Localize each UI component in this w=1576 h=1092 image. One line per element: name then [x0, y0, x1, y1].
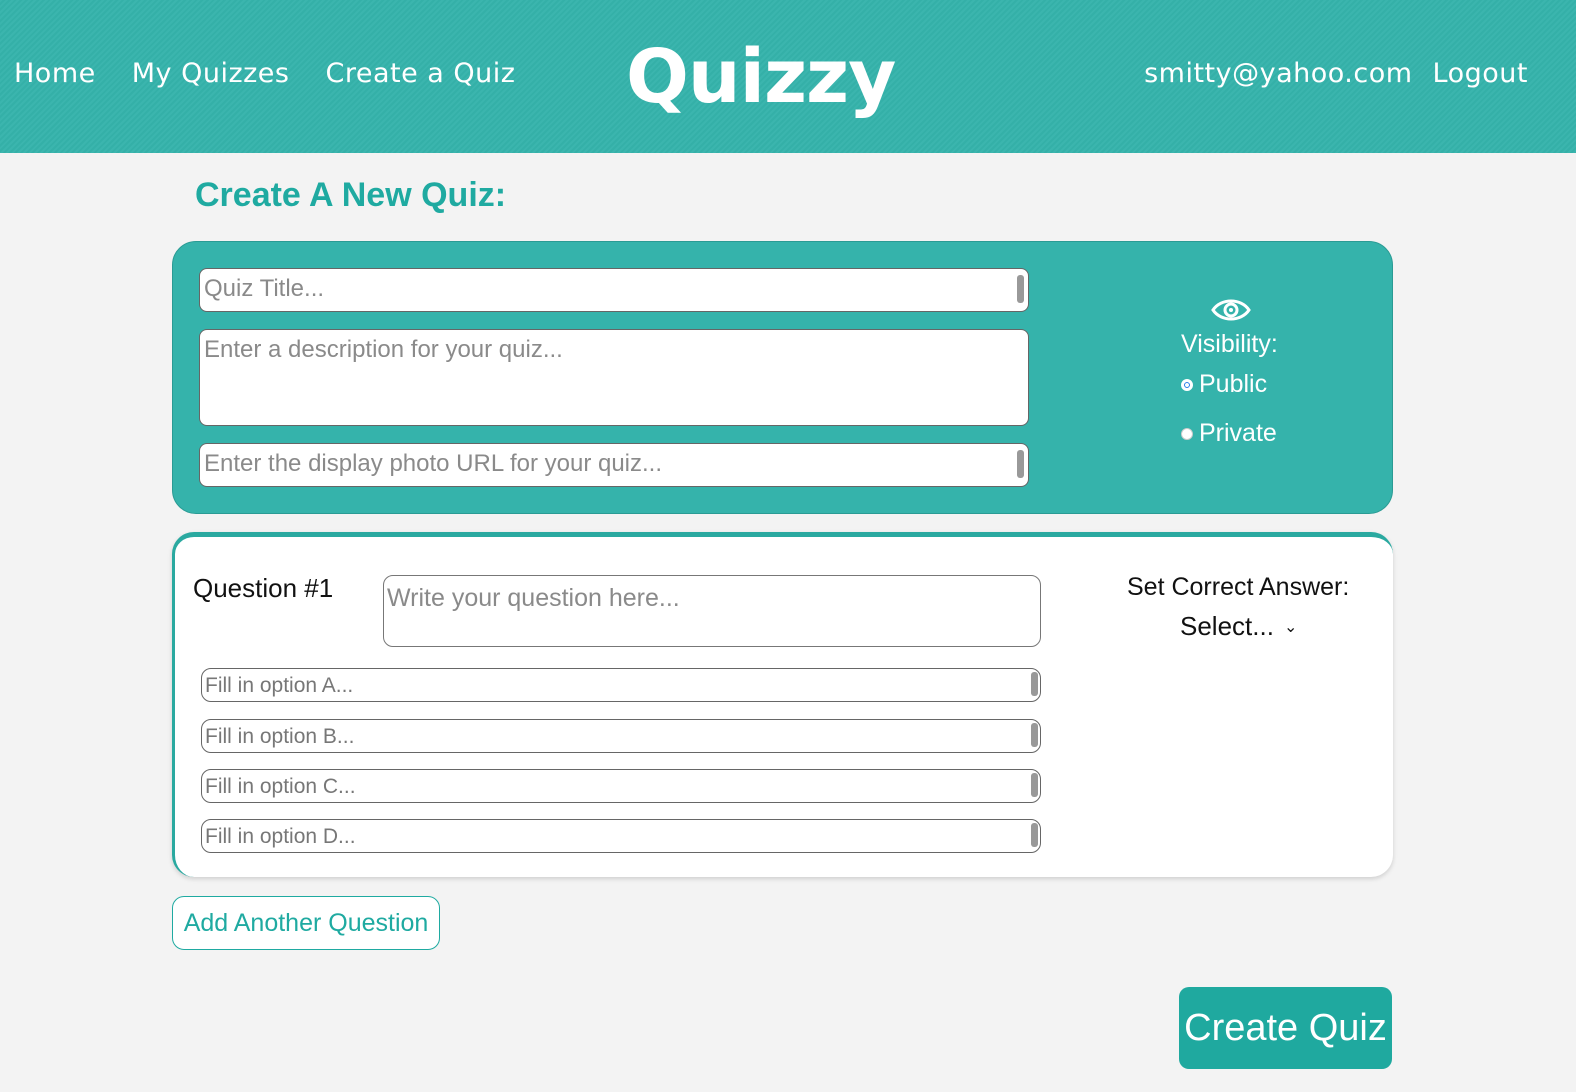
question-text-field[interactable]: Write your question here...	[383, 575, 1041, 647]
quiz-title-placeholder: Quiz Title...	[204, 275, 325, 302]
option-d-field[interactable]: Fill in option D...	[201, 819, 1041, 853]
quiz-meta-panel: Quiz Title... Enter a description for yo…	[172, 241, 1393, 514]
question-number-label: Question #1	[193, 573, 334, 603]
user-email-link[interactable]: smitty@yahoo.com	[1144, 58, 1412, 89]
public-label: Public	[1199, 370, 1268, 398]
brand-logo[interactable]: Quizzy	[626, 34, 896, 120]
private-radio[interactable]	[1181, 427, 1193, 440]
nav-my-quizzes-link[interactable]: My Quizzes	[132, 58, 290, 89]
option-b-field[interactable]: Fill in option B...	[201, 719, 1041, 753]
visibility-public-option[interactable]: Public	[1181, 370, 1267, 399]
navbar: Home My Quizzes Create a Quiz Quizzy smi…	[0, 0, 1576, 153]
nav-home-link[interactable]: Home	[14, 58, 96, 89]
correct-answer-label: Set Correct Answer:	[1127, 573, 1350, 601]
option-a-field[interactable]: Fill in option A...	[201, 668, 1041, 702]
scrollbar-handle[interactable]	[1031, 823, 1038, 847]
logout-link[interactable]: Logout	[1433, 58, 1528, 89]
scrollbar-handle[interactable]	[1031, 672, 1038, 696]
nav-user-area: smitty@yahoo.com Logout	[1144, 58, 1528, 89]
option-a-placeholder: Fill in option A...	[205, 674, 354, 697]
quiz-photo-url-field[interactable]: Enter the display photo URL for your qui…	[199, 443, 1029, 487]
chevron-down-icon: ⌄	[1283, 618, 1298, 636]
scrollbar-handle[interactable]	[1017, 275, 1024, 303]
question-placeholder: Write your question here...	[387, 584, 680, 612]
private-label: Private	[1199, 419, 1277, 447]
quiz-description-field[interactable]: Enter a description for your quiz...	[199, 329, 1029, 426]
quiz-photo-url-placeholder: Enter the display photo URL for your qui…	[204, 450, 663, 477]
scrollbar-handle[interactable]	[1031, 723, 1038, 747]
visibility-label: Visibility:	[1181, 330, 1278, 358]
public-radio[interactable]	[1181, 378, 1193, 391]
correct-answer-value: Select...	[1180, 611, 1274, 641]
nav-create-quiz-link[interactable]: Create a Quiz	[325, 58, 515, 89]
nav-links: Home My Quizzes Create a Quiz	[14, 58, 515, 89]
option-b-placeholder: Fill in option B...	[205, 725, 355, 748]
add-another-question-button[interactable]: Add Another Question	[172, 896, 440, 950]
eye-icon	[1211, 299, 1251, 321]
visibility-private-option[interactable]: Private	[1181, 419, 1277, 448]
option-d-placeholder: Fill in option D...	[205, 825, 356, 848]
create-quiz-button[interactable]: Create Quiz	[1179, 987, 1392, 1069]
option-c-field[interactable]: Fill in option C...	[201, 769, 1041, 803]
quiz-description-placeholder: Enter a description for your quiz...	[204, 336, 563, 363]
option-c-placeholder: Fill in option C...	[205, 775, 356, 798]
quiz-title-field[interactable]: Quiz Title...	[199, 268, 1029, 312]
scrollbar-handle[interactable]	[1031, 773, 1038, 797]
correct-answer-select[interactable]: Select... ⌄	[1180, 611, 1297, 642]
scrollbar-handle[interactable]	[1017, 450, 1024, 478]
page-title: Create A New Quiz:	[195, 176, 507, 214]
question-card: Question #1 Write your question here... …	[172, 532, 1393, 877]
